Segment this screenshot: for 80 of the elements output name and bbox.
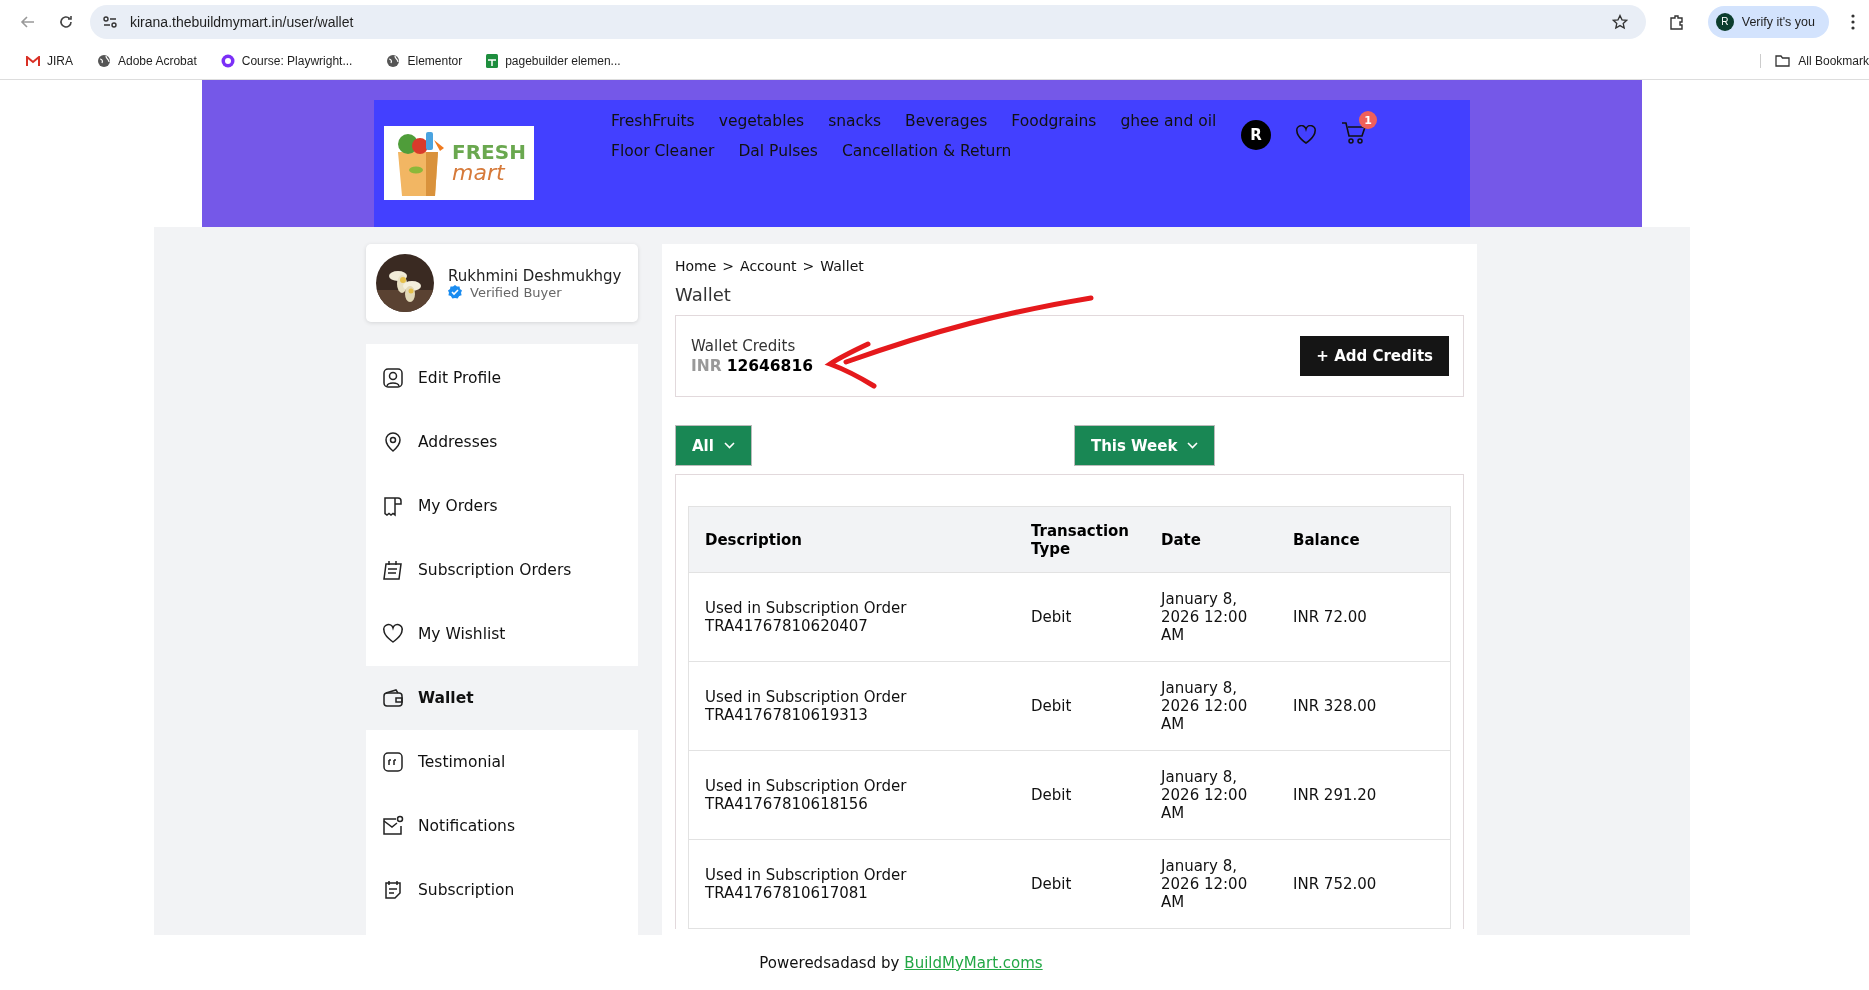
bookmark-star-icon[interactable]	[1611, 13, 1628, 30]
wallet-icon	[382, 687, 404, 709]
table-cell: Debit	[1015, 572, 1146, 662]
bookmark[interactable]: Adobe Acrobat	[97, 54, 203, 68]
table-cell: INR 72.00	[1277, 572, 1451, 662]
cart-count-badge: 1	[1359, 111, 1377, 129]
table-cell: Used in Subscription Order TRA41767810617081	[688, 839, 1015, 929]
quote-icon	[382, 751, 404, 773]
table-cell: Debit	[1015, 661, 1146, 751]
bookmark[interactable]: pagebuilder elemen...	[486, 54, 627, 68]
table-cell: January 8, 2026 12:00 AM	[1145, 839, 1278, 929]
bookmark[interactable]: Elementor	[386, 54, 469, 68]
breadcrumb-separator: >	[802, 258, 815, 274]
footer-text: Poweredsadasd by	[759, 953, 900, 972]
circle-logo-icon	[220, 54, 235, 68]
breadcrumb-link[interactable]: Wallet	[820, 258, 864, 274]
profile-button[interactable]: R Verify it's you	[1707, 5, 1829, 38]
user-avatar[interactable]: R	[1241, 120, 1271, 150]
credits-amount: 12646816	[726, 357, 813, 375]
mail-icon	[26, 55, 40, 67]
menu-icon[interactable]	[1851, 13, 1855, 30]
verified-badge-icon	[448, 285, 462, 299]
reload-icon[interactable]	[58, 13, 74, 30]
mail-icon	[382, 815, 404, 837]
user-name: Rukhmini Deshmukhgy	[448, 266, 622, 285]
column-header: Balance	[1277, 506, 1451, 573]
site-settings-icon[interactable]	[102, 13, 118, 30]
table-cell: INR 291.20	[1277, 750, 1451, 840]
chevron-down-icon	[1187, 442, 1199, 449]
chevron-down-icon	[723, 442, 735, 449]
folder-icon	[1775, 55, 1791, 67]
verified-label: Verified Buyer	[470, 284, 562, 300]
filter-dropdown[interactable]: This Week	[1073, 425, 1216, 466]
page-title: Wallet	[675, 284, 732, 305]
menu-item[interactable]: Notifications	[366, 794, 638, 858]
heart-icon[interactable]	[1295, 125, 1317, 145]
menu-item[interactable]: Testimonial	[366, 730, 638, 794]
cart-icon[interactable]	[1341, 121, 1367, 145]
add-credits-button[interactable]: + Add Credits	[1300, 336, 1449, 376]
table-cell: January 8, 2026 12:00 AM	[1145, 661, 1278, 751]
table-cell: Debit	[1015, 839, 1146, 929]
bookmark[interactable]: JIRA	[26, 54, 79, 68]
location-pin-icon	[382, 431, 404, 453]
address-bar[interactable]: kirana.thebuildmymart.in/user/wallet	[90, 4, 1646, 39]
currency-label: INR	[691, 357, 722, 375]
column-header: Date	[1145, 506, 1278, 573]
credits-label: Wallet Credits	[691, 337, 797, 355]
menu-item[interactable]: My Orders	[366, 474, 638, 538]
table-cell: INR 752.00	[1277, 839, 1451, 929]
globe-icon	[386, 54, 401, 68]
user-icon	[382, 367, 404, 389]
sheet-icon	[486, 54, 499, 68]
menu-item[interactable]: Wallet	[366, 666, 638, 730]
table-cell: Used in Subscription Order TRA41767810620407	[688, 572, 1015, 662]
breadcrumb-separator: >	[722, 258, 735, 274]
extensions-icon[interactable]	[1667, 12, 1686, 31]
note-icon	[382, 879, 404, 901]
table-cell: INR 328.00	[1277, 661, 1451, 751]
back-icon[interactable]	[20, 13, 36, 30]
all-bookmarks-button[interactable]: All Bookmark	[1760, 54, 1869, 68]
receipt-icon	[382, 495, 404, 517]
menu-item[interactable]: Addresses	[366, 410, 638, 474]
menu-item[interactable]: Edit Profile	[366, 346, 638, 410]
menu-item[interactable]: Subscription Orders	[366, 538, 638, 602]
table-cell: January 8, 2026 12:00 AM	[1145, 750, 1278, 840]
calendar-list-icon	[382, 559, 404, 581]
table-cell: January 8, 2026 12:00 AM	[1145, 572, 1278, 662]
breadcrumb-link[interactable]: Home	[675, 258, 717, 274]
bookmark[interactable]: Course: Playwright...	[220, 54, 369, 68]
table-cell: Used in Subscription Order TRA41767810618156	[688, 750, 1015, 840]
filter-dropdown[interactable]: All	[675, 425, 752, 466]
breadcrumb-link[interactable]: Account	[740, 258, 797, 274]
globe-icon	[97, 54, 111, 68]
table-cell: Debit	[1015, 750, 1146, 840]
menu-item[interactable]: Subscription	[366, 858, 638, 922]
column-header: Transaction Type	[1015, 506, 1146, 573]
menu-item[interactable]: My Wishlist	[366, 602, 638, 666]
heart-icon	[382, 623, 404, 645]
table-cell: Used in Subscription Order TRA41767810619313	[688, 661, 1015, 751]
column-header: Description	[688, 506, 1015, 573]
